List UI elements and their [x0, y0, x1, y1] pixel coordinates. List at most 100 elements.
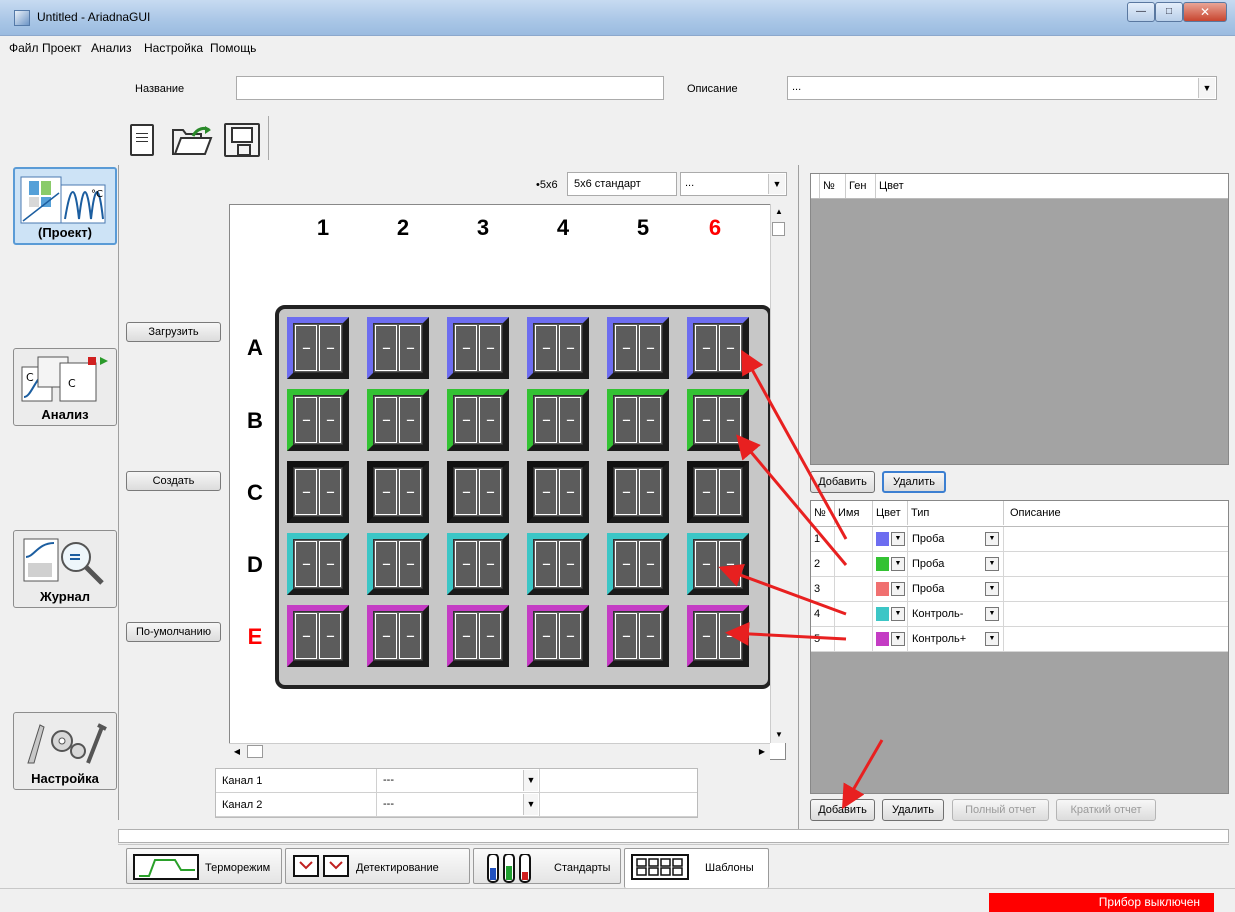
sample-type-cell[interactable]: Проба ▼: [908, 577, 1004, 601]
chevron-down-icon[interactable]: ▼: [891, 557, 905, 571]
sample-name[interactable]: [835, 627, 873, 651]
sample-type-cell[interactable]: Контроль+ ▼: [908, 627, 1004, 651]
scroll-thumb[interactable]: [247, 745, 263, 758]
chevron-down-icon[interactable]: ▼: [985, 557, 999, 571]
plate-well[interactable]: --- ---: [287, 605, 349, 667]
color-swatch[interactable]: [876, 532, 889, 546]
plate-well[interactable]: --- ---: [447, 461, 509, 523]
new-file-icon[interactable]: [130, 124, 154, 156]
sample-desc[interactable]: [1004, 577, 1228, 601]
table-row[interactable]: 5 ▼ Контроль+ ▼: [811, 627, 1228, 652]
plate-well[interactable]: --- ---: [287, 317, 349, 379]
sample-desc[interactable]: [1004, 602, 1228, 626]
plate-well[interactable]: --- ---: [607, 461, 669, 523]
sample-name[interactable]: [835, 527, 873, 551]
color-swatch[interactable]: [876, 557, 889, 571]
short-report-button[interactable]: Краткий отчет: [1056, 799, 1156, 821]
plate-well[interactable]: --- ---: [687, 389, 749, 451]
chevron-down-icon[interactable]: ▼: [523, 794, 538, 815]
plate-well[interactable]: --- ---: [607, 317, 669, 379]
plate-well[interactable]: --- ---: [527, 533, 589, 595]
chevron-down-icon[interactable]: ▼: [891, 582, 905, 596]
plate-well[interactable]: --- ---: [367, 533, 429, 595]
nav-project-button[interactable]: °C (Проект): [13, 167, 117, 245]
plate-well[interactable]: --- ---: [527, 317, 589, 379]
sample-color-cell[interactable]: ▼: [873, 527, 908, 551]
sample-name[interactable]: [835, 552, 873, 576]
chevron-down-icon[interactable]: ▼: [985, 607, 999, 621]
name-input[interactable]: [236, 76, 664, 100]
scroll-right-icon[interactable]: ▶: [754, 744, 770, 760]
table-row[interactable]: 1 ▼ Проба ▼: [811, 527, 1228, 552]
samples-delete-button[interactable]: Удалить: [882, 799, 944, 821]
genes-add-button[interactable]: Добавить: [810, 471, 875, 493]
chevron-down-icon[interactable]: ▼: [985, 582, 999, 596]
plate-well[interactable]: --- ---: [367, 389, 429, 451]
chevron-down-icon[interactable]: ▼: [985, 632, 999, 646]
sample-color-cell[interactable]: ▼: [873, 552, 908, 576]
plate-well[interactable]: --- ---: [287, 461, 349, 523]
scroll-up-icon[interactable]: ▲: [771, 204, 787, 220]
default-button[interactable]: По-умолчанию: [126, 622, 221, 642]
plate-well[interactable]: --- ---: [447, 533, 509, 595]
plate-well[interactable]: --- ---: [367, 461, 429, 523]
channel-select[interactable]: --- ▼: [376, 769, 540, 792]
plate-well[interactable]: --- ---: [447, 317, 509, 379]
scroll-down-icon[interactable]: ▼: [771, 727, 787, 743]
sample-type-cell[interactable]: Контроль- ▼: [908, 602, 1004, 626]
plate-well[interactable]: --- ---: [687, 605, 749, 667]
color-swatch[interactable]: [876, 607, 889, 621]
table-row[interactable]: 3 ▼ Проба ▼: [811, 577, 1228, 602]
genes-col-num[interactable]: №: [820, 174, 846, 198]
menu-project[interactable]: Проект: [42, 41, 82, 55]
nav-journal-button[interactable]: Журнал: [13, 530, 117, 608]
close-icon[interactable]: ✕: [1183, 2, 1227, 22]
samples-col-desc[interactable]: Описание: [1004, 501, 1228, 525]
table-row[interactable]: 4 ▼ Контроль- ▼: [811, 602, 1228, 627]
chevron-down-icon[interactable]: ▼: [891, 532, 905, 546]
sample-type-cell[interactable]: Проба ▼: [908, 552, 1004, 576]
minimize-icon[interactable]: —: [1127, 2, 1155, 22]
plate-well[interactable]: --- ---: [447, 605, 509, 667]
sample-color-cell[interactable]: ▼: [873, 627, 908, 651]
channel-row[interactable]: Канал 2 --- ▼: [216, 793, 697, 817]
channel-row[interactable]: Канал 1 --- ▼: [216, 769, 697, 793]
plate-well[interactable]: --- ---: [687, 461, 749, 523]
plate-well[interactable]: --- ---: [367, 317, 429, 379]
sample-desc[interactable]: [1004, 627, 1228, 651]
plate-well[interactable]: --- ---: [607, 533, 669, 595]
genes-col-gene[interactable]: Ген: [846, 174, 876, 198]
open-folder-icon[interactable]: [171, 126, 213, 156]
channel-select[interactable]: --- ▼: [376, 793, 540, 816]
chevron-down-icon[interactable]: ▼: [891, 607, 905, 621]
tab-standards[interactable]: Стандарты: [473, 848, 621, 884]
genes-delete-button[interactable]: Удалить: [882, 471, 946, 493]
template-code-field[interactable]: 5x6 стандарт: [567, 172, 677, 196]
plate-well[interactable]: --- ---: [527, 461, 589, 523]
scroll-left-icon[interactable]: ◀: [229, 744, 245, 760]
chevron-down-icon[interactable]: ▼: [985, 532, 999, 546]
horizontal-scrollbar[interactable]: ◀ ▶: [229, 743, 770, 760]
plate-well[interactable]: --- ---: [527, 605, 589, 667]
plate-well[interactable]: --- ---: [687, 533, 749, 595]
plate-well[interactable]: --- ---: [367, 605, 429, 667]
table-row[interactable]: 2 ▼ Проба ▼: [811, 552, 1228, 577]
plate-well[interactable]: --- ---: [527, 389, 589, 451]
save-icon[interactable]: [224, 123, 260, 157]
description-select[interactable]: ... ▼: [787, 76, 1217, 100]
sample-desc[interactable]: [1004, 527, 1228, 551]
plate-well[interactable]: --- ---: [287, 389, 349, 451]
scroll-thumb[interactable]: [772, 222, 785, 236]
genes-col-color[interactable]: Цвет: [876, 174, 1228, 198]
chevron-down-icon[interactable]: ▼: [1198, 78, 1215, 98]
sample-name[interactable]: [835, 602, 873, 626]
sample-desc[interactable]: [1004, 552, 1228, 576]
plate-well[interactable]: --- ---: [607, 389, 669, 451]
chevron-down-icon[interactable]: ▼: [891, 632, 905, 646]
sample-type-cell[interactable]: Проба ▼: [908, 527, 1004, 551]
sample-color-cell[interactable]: ▼: [873, 602, 908, 626]
maximize-icon[interactable]: □: [1155, 2, 1183, 22]
color-swatch[interactable]: [876, 582, 889, 596]
samples-col-name[interactable]: Имя: [835, 501, 873, 525]
plate-well[interactable]: --- ---: [287, 533, 349, 595]
